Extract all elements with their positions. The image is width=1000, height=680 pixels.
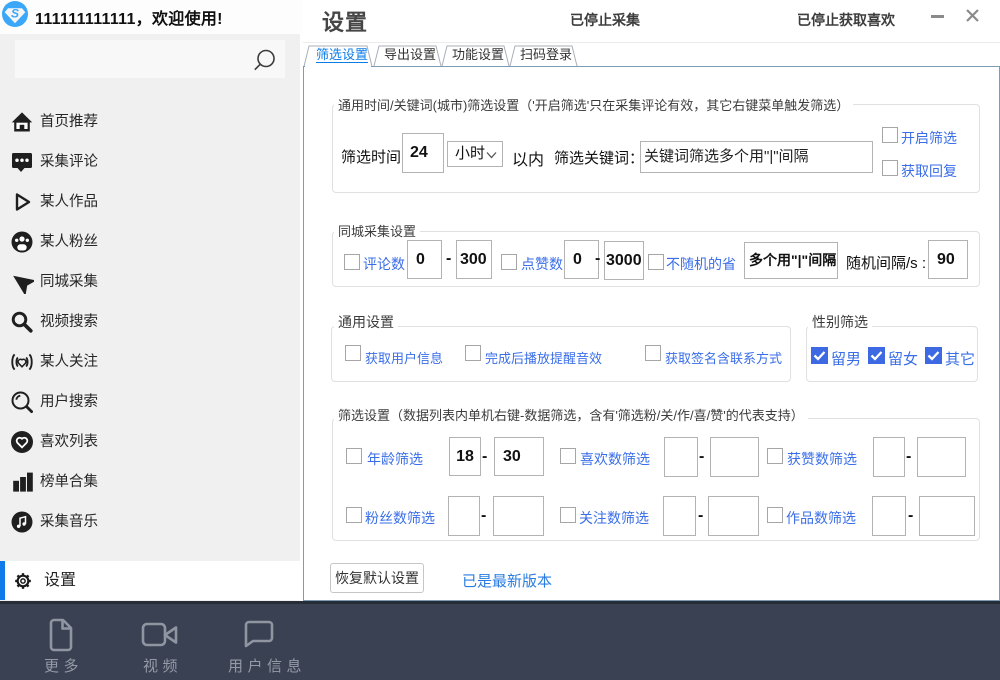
svg-text:S: S bbox=[11, 7, 19, 21]
